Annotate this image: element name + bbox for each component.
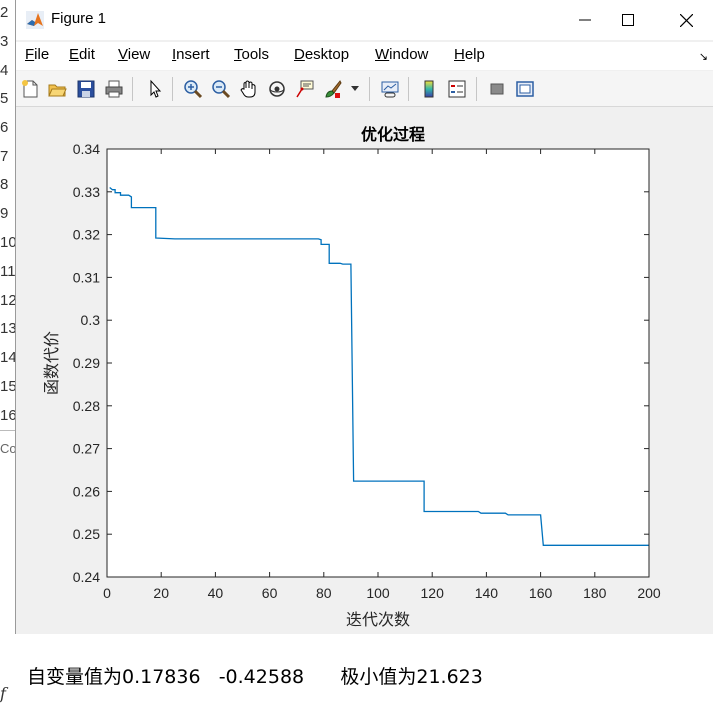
x-tick-label: 80 [316,585,332,601]
console-output: 自变量值为0.17836 -0.42588 极小值为21.623 [27,666,483,688]
link-plot-icon[interactable] [379,78,401,100]
matlab-icon [26,11,44,29]
menu-tools[interactable]: Tools [234,46,269,63]
line-number: 8 [0,176,9,193]
x-tick-label: 40 [208,585,224,601]
line-number: 9 [0,205,9,222]
toolbar-separator [172,77,173,101]
line-number: 16 [0,407,17,424]
save-icon[interactable] [75,78,97,100]
print-icon[interactable] [103,78,125,100]
figure-canvas: 0 20 40 60 80 100 120 140 160 180 200 0.24 0.25 0.26 0… [16,108,713,634]
x-tick-label: 160 [529,585,553,601]
maximize-icon [622,14,634,26]
y-tick-label: 0.34 [73,141,100,157]
open-file-icon[interactable] [46,78,68,100]
data-cursor-icon[interactable] [294,78,316,100]
menu-desktop[interactable]: Desktop [294,46,349,63]
menu-bar: File Edit View Insert Tools Desktop Wind… [16,42,713,70]
axes-background [107,149,649,577]
toolbar-separator [408,77,409,101]
prompt-fragment: f [0,684,6,703]
menu-help[interactable]: Help [454,46,485,63]
close-icon [679,13,693,27]
maximize-button[interactable] [608,6,648,34]
line-number: 10 [0,234,17,251]
minimize-icon [579,19,591,21]
edit-plot-pointer-icon[interactable] [144,78,166,100]
y-tick-label: 0.33 [73,184,100,200]
line-number: 13 [0,320,17,337]
line-chart[interactable]: 0 20 40 60 80 100 120 140 160 180 200 0.24 0.25 0.26 0… [16,108,713,634]
x-tick-label: 20 [153,585,169,601]
minimize-button[interactable] [565,6,605,34]
zoom-out-icon[interactable] [210,78,232,100]
menu-edit[interactable]: Edit [69,46,95,63]
title-bar[interactable]: Figure 1 [16,0,713,40]
brush-icon[interactable] [322,78,344,100]
line-number: 7 [0,148,9,165]
x-tick-label: 200 [637,585,661,601]
legend-icon[interactable] [446,78,468,100]
line-number: 15 [0,378,17,395]
x-tick-label: 60 [262,585,278,601]
line-number: 11 [0,263,16,280]
rotate-3d-icon[interactable] [266,78,288,100]
y-tick-label: 0.25 [73,526,100,542]
y-tick-label: 0.26 [73,483,100,499]
line-number: 2 [0,4,9,21]
y-tick-label: 0.31 [73,269,100,285]
y-tick-label: 0.32 [73,227,100,243]
panel-divider [0,430,16,431]
y-tick-label: 0.3 [81,312,101,328]
close-button[interactable] [666,6,706,34]
brush-dropdown-icon[interactable] [350,78,360,100]
figure-window: Figure 1 File Edit View Insert Tools Des… [15,0,713,634]
colorbar-icon[interactable] [418,78,440,100]
y-tick-label: 0.28 [73,398,100,414]
y-tick-label: 0.27 [73,441,100,457]
editor-line-gutter: 2 3 4 5 6 7 8 9 10 11 12 13 14 15 16 [0,0,17,640]
toolbar-separator [132,77,133,101]
y-tick-label: 0.29 [73,355,100,371]
figure-toolbar [16,71,713,107]
menu-insert[interactable]: Insert [172,46,210,63]
x-tick-label: 100 [366,585,390,601]
x-tick-label: 120 [421,585,445,601]
x-axis-label: 迭代次数 [346,610,410,629]
show-plot-tools-icon[interactable] [514,78,536,100]
zoom-in-icon[interactable] [182,78,204,100]
line-number: 14 [0,349,17,366]
line-number: 6 [0,119,9,136]
menu-view[interactable]: View [118,46,150,63]
x-tick-label: 140 [475,585,499,601]
window-title: Figure 1 [51,10,107,27]
new-figure-icon[interactable] [19,78,41,100]
x-tick-label: 0 [103,585,111,601]
toolbar-separator [476,77,477,101]
pan-hand-icon[interactable] [238,78,260,100]
x-tick-label: 180 [583,585,607,601]
chart-title: 优化过程 [361,125,425,144]
y-tick-label: 0.24 [73,569,100,585]
hide-plot-tools-icon[interactable] [486,78,508,100]
line-number: 3 [0,33,9,50]
line-number: 5 [0,90,9,107]
toolbar-separator [369,77,370,101]
y-axis-label: 函数代价 [42,331,61,395]
menu-window[interactable]: Window [375,46,428,63]
line-number: 4 [0,62,9,79]
menu-overflow-icon[interactable]: ↘ [699,50,708,63]
menu-file[interactable]: File [25,46,49,63]
line-number: 12 [0,292,17,309]
